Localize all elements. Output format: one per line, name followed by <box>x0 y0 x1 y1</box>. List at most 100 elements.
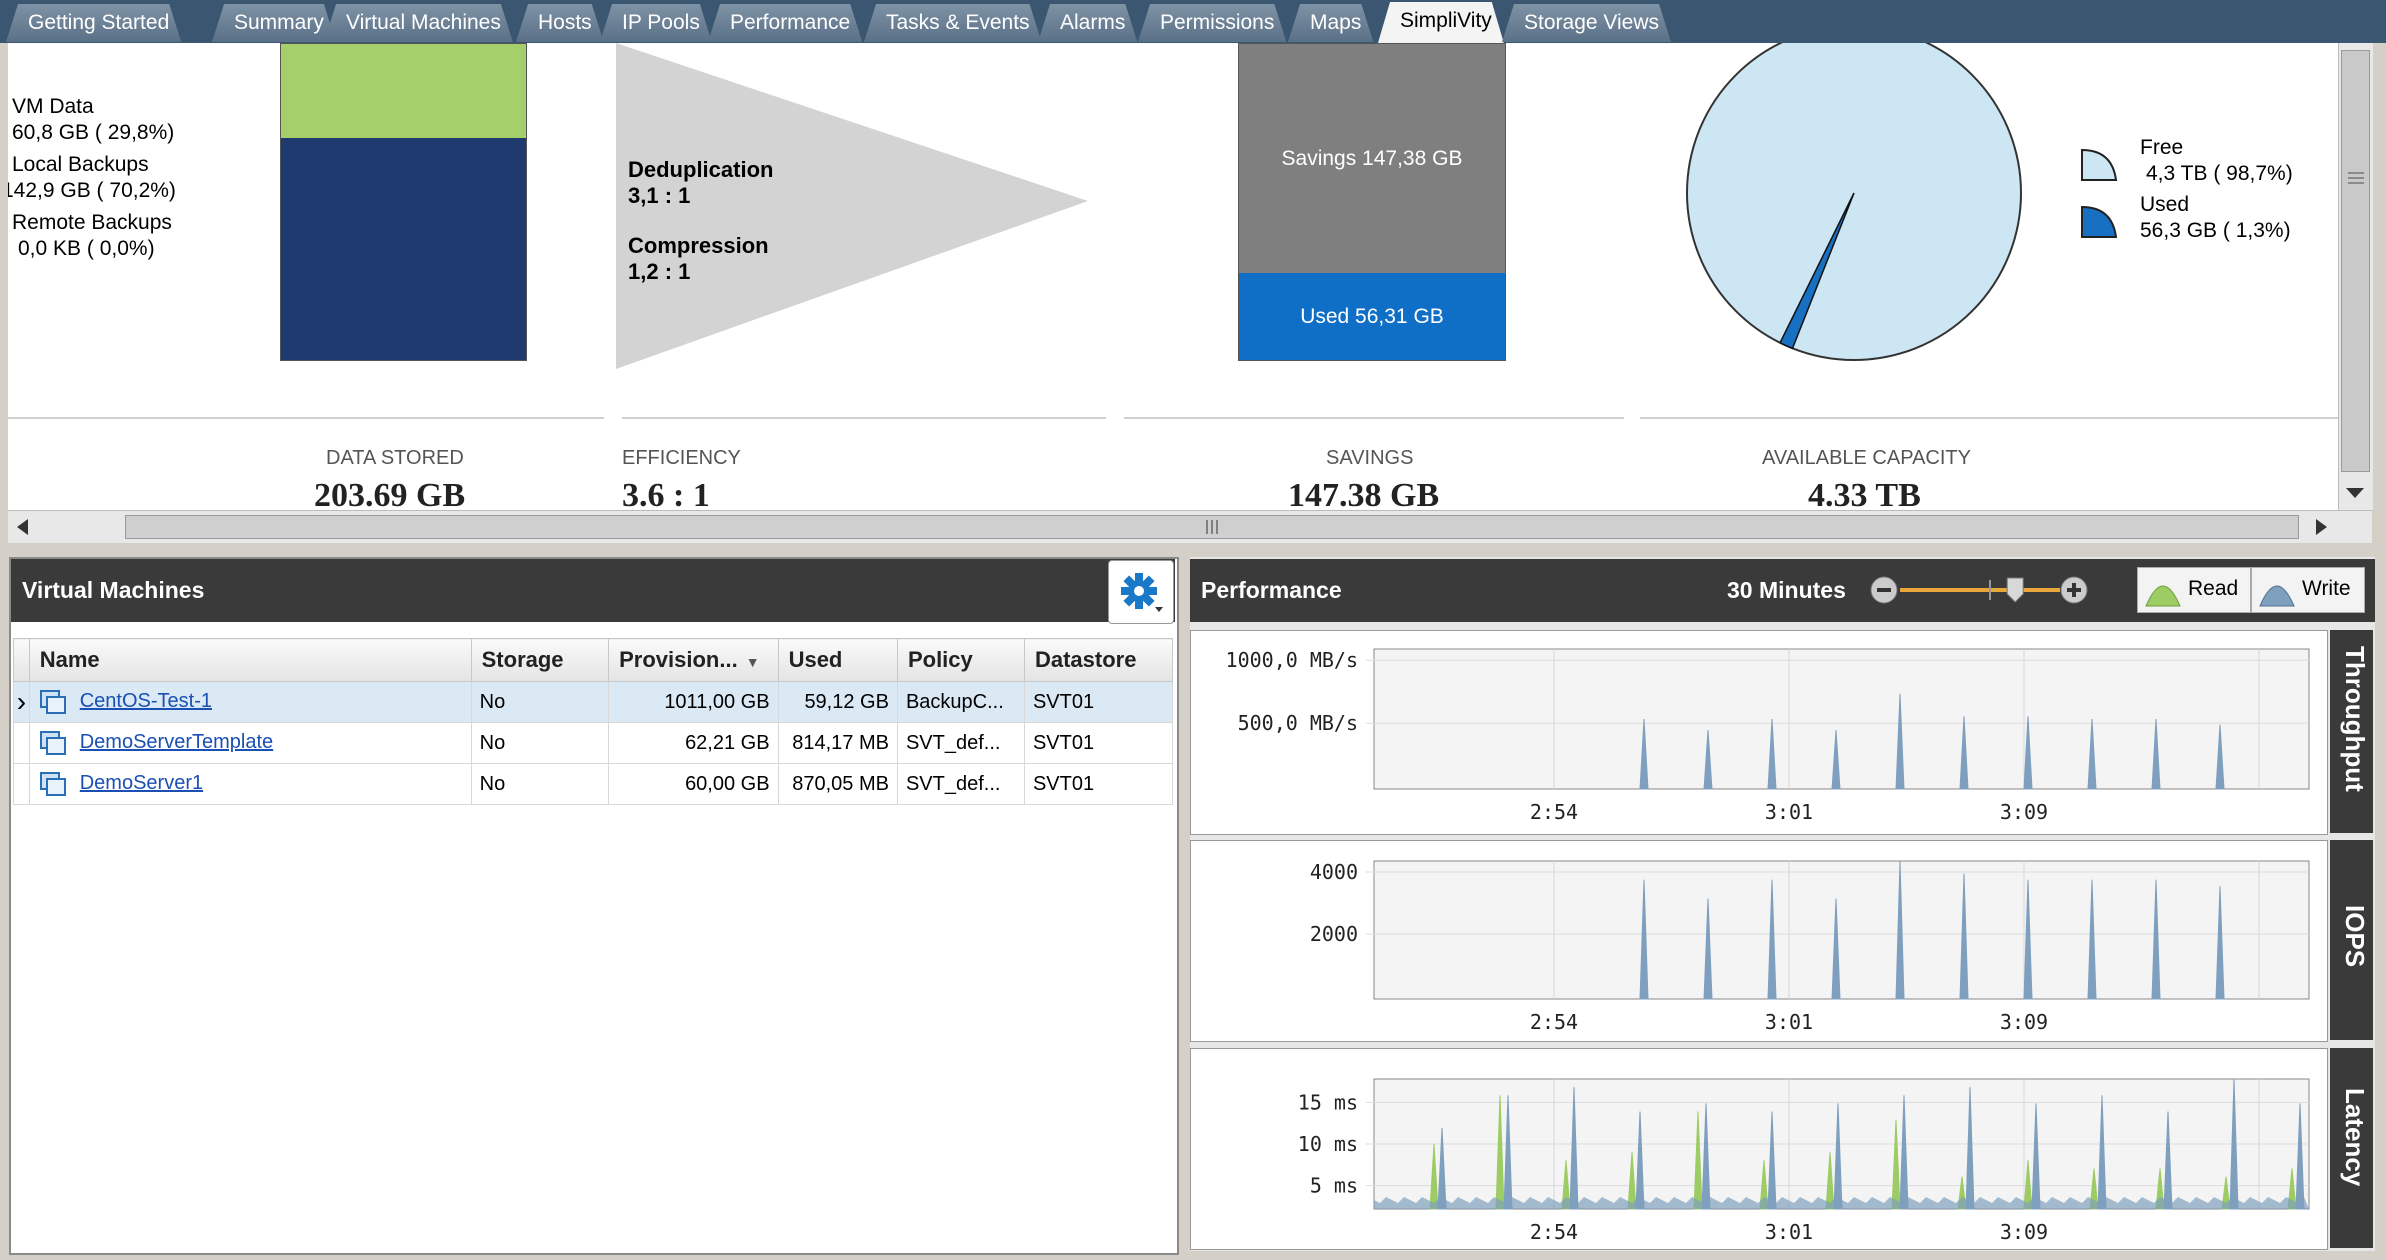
column-header-provisioned[interactable]: Provision... ▼ <box>608 638 779 682</box>
cell-used: 59,12 GB <box>777 681 898 723</box>
tab-tasks-events[interactable]: Tasks & Events <box>864 4 1042 42</box>
tab-ip-pools[interactable]: IP Pools <box>600 4 712 42</box>
data-stored-bar <box>280 43 527 361</box>
cell-expander <box>13 763 30 805</box>
horizontal-scroll-thumb[interactable] <box>125 515 2299 539</box>
savings-value: 147.38 GB <box>1288 477 1440 510</box>
grip-icon <box>1206 520 1218 534</box>
cell-name: DemoServerTemplate <box>28 722 472 764</box>
used-label: Used <box>2140 193 2190 216</box>
x-tick-label: 3:01 <box>1765 1220 1813 1244</box>
perf-panel-title: Performance <box>1201 577 1342 603</box>
divider <box>622 417 1106 419</box>
capacity-pie <box>1686 43 2022 361</box>
tab-hosts[interactable]: Hosts <box>516 4 604 42</box>
tab-storage-views[interactable]: Storage Views <box>1502 4 1671 42</box>
throughput-title: Throughput <box>2340 646 2370 792</box>
read-legend-icon <box>2145 585 2181 607</box>
cell-provisioned: 1011,00 GB <box>608 681 779 723</box>
expand-icon[interactable]: › <box>17 686 26 717</box>
y-tick-label: 10 ms <box>1298 1132 1358 1156</box>
tab-virtual-machines[interactable]: Virtual Machines <box>324 4 513 42</box>
available-capacity-value: 4.33 TB <box>1808 477 1921 510</box>
cell-expander[interactable]: › <box>13 681 30 723</box>
pie-slice-free <box>1686 43 2022 361</box>
tab-bar: Getting Started Summary Virtual Machines Ho… <box>0 0 2386 43</box>
scroll-right-icon[interactable] <box>2310 516 2332 538</box>
vm-panel-title: Virtual Machines <box>22 577 205 603</box>
used-segment: Used 56,31 GB <box>1239 273 1505 360</box>
cell-datastore: SVT01 <box>1023 722 1174 764</box>
write-legend-icon <box>2259 585 2295 607</box>
table-row[interactable]: DemoServerTemplate No 62,21 GB 814,17 MB SVT… <box>13 722 1174 764</box>
vm-name-link[interactable]: DemoServer1 <box>80 772 203 794</box>
x-tick-label: 2:54 <box>1530 1220 1578 1244</box>
vm-settings-button[interactable] <box>1108 560 1174 624</box>
remote-backups-value: 0,0 KB ( 0,0%) <box>18 237 155 260</box>
grip-icon <box>2348 172 2364 184</box>
compression-label: Compression <box>628 233 769 258</box>
time-range-slider[interactable] <box>1868 572 2098 608</box>
iops-chart: 2:543:013:093:1640002000 <box>1190 840 2328 1042</box>
vm-name-link[interactable]: DemoServerTemplate <box>80 731 273 753</box>
plot-area <box>1373 860 2310 1000</box>
savings-bar-label: Savings 147,38 GB <box>1281 146 1463 170</box>
divider <box>8 417 604 419</box>
cell-policy: BackupC... <box>896 681 1025 723</box>
vm-name-link[interactable]: CentOS-Test-1 <box>80 690 212 712</box>
savings-caption: SAVINGS <box>1326 447 1414 469</box>
x-tick-label: 3:01 <box>1765 800 1813 824</box>
column-header-datastore[interactable]: Datastore <box>1023 638 1174 682</box>
column-header-storage[interactable]: Storage <box>470 638 610 682</box>
tab-getting-started[interactable]: Getting Started <box>6 4 181 42</box>
throughput-side-label: Throughput <box>2330 630 2373 833</box>
x-tick-label: 2:54 <box>1530 1010 1578 1034</box>
x-tick-label: 3:09 <box>2000 1220 2048 1244</box>
divider <box>1640 417 2338 419</box>
vertical-scroll-thumb[interactable] <box>2341 50 2370 472</box>
y-tick-label: 15 ms <box>1298 1090 1358 1114</box>
cell-storage: No <box>470 681 610 723</box>
tab-performance[interactable]: Performance <box>708 4 862 42</box>
tab-summary[interactable]: Summary <box>212 4 336 42</box>
y-tick-label: 2000 <box>1310 922 1358 946</box>
used-bar-label: Used 56,31 GB <box>1300 304 1444 328</box>
tab-permissions[interactable]: Permissions <box>1138 4 1286 42</box>
cell-policy: SVT_def... <box>896 763 1025 805</box>
cell-provisioned: 62,21 GB <box>608 722 779 764</box>
latency-title: Latency <box>2340 1088 2370 1187</box>
dedup-value: 3,1 : 1 <box>628 183 691 208</box>
local-backups-segment <box>281 138 526 360</box>
remote-backups-label: Remote Backups <box>12 211 172 234</box>
free-label: Free <box>2140 136 2184 159</box>
data-stored-value: 203.69 GB <box>314 477 466 510</box>
savings-segment: Savings 147,38 GB <box>1239 44 1505 273</box>
table-row[interactable]: › CentOS-Test-1 No 1011,00 GB 59,12 GB Backup… <box>13 681 1174 723</box>
read-legend[interactable]: Read <box>2137 567 2251 613</box>
scroll-left-icon[interactable] <box>12 516 34 538</box>
x-tick-label: 3:01 <box>1765 1010 1813 1034</box>
column-header-used[interactable]: Used <box>777 638 898 682</box>
vm-data-label: VM Data <box>12 95 94 118</box>
x-tick-label: 2:54 <box>1530 800 1578 824</box>
vm-data-segment <box>281 44 526 138</box>
scroll-down-icon[interactable] <box>2343 484 2367 502</box>
write-legend[interactable]: Write <box>2251 567 2365 613</box>
zoom-out-icon <box>1877 588 1891 592</box>
tab-maps[interactable]: Maps <box>1288 4 1373 42</box>
iops-title: IOPS <box>2340 905 2370 968</box>
table-row[interactable]: DemoServer1 No 60,00 GB 870,05 MB SVT_def...… <box>13 763 1174 805</box>
tab-alarms[interactable]: Alarms <box>1038 4 1137 42</box>
vm-icon <box>39 731 66 755</box>
cell-provisioned: 60,00 GB <box>608 763 779 805</box>
data-stored-caption: DATA STORED <box>326 447 464 469</box>
plot-area <box>1373 648 2310 790</box>
cell-datastore: SVT01 <box>1023 763 1174 805</box>
y-tick-label: 4000 <box>1310 860 1358 884</box>
cell-name: DemoServer1 <box>28 763 472 805</box>
cell-expander <box>13 722 30 764</box>
vm-table-header: Name Storage Provision... ▼ Used Policy D… <box>13 638 1174 682</box>
column-header-name[interactable]: Name <box>28 638 472 682</box>
column-header-policy[interactable]: Policy <box>896 638 1025 682</box>
tab-simplivity[interactable]: SimpliVity <box>1378 2 1504 43</box>
